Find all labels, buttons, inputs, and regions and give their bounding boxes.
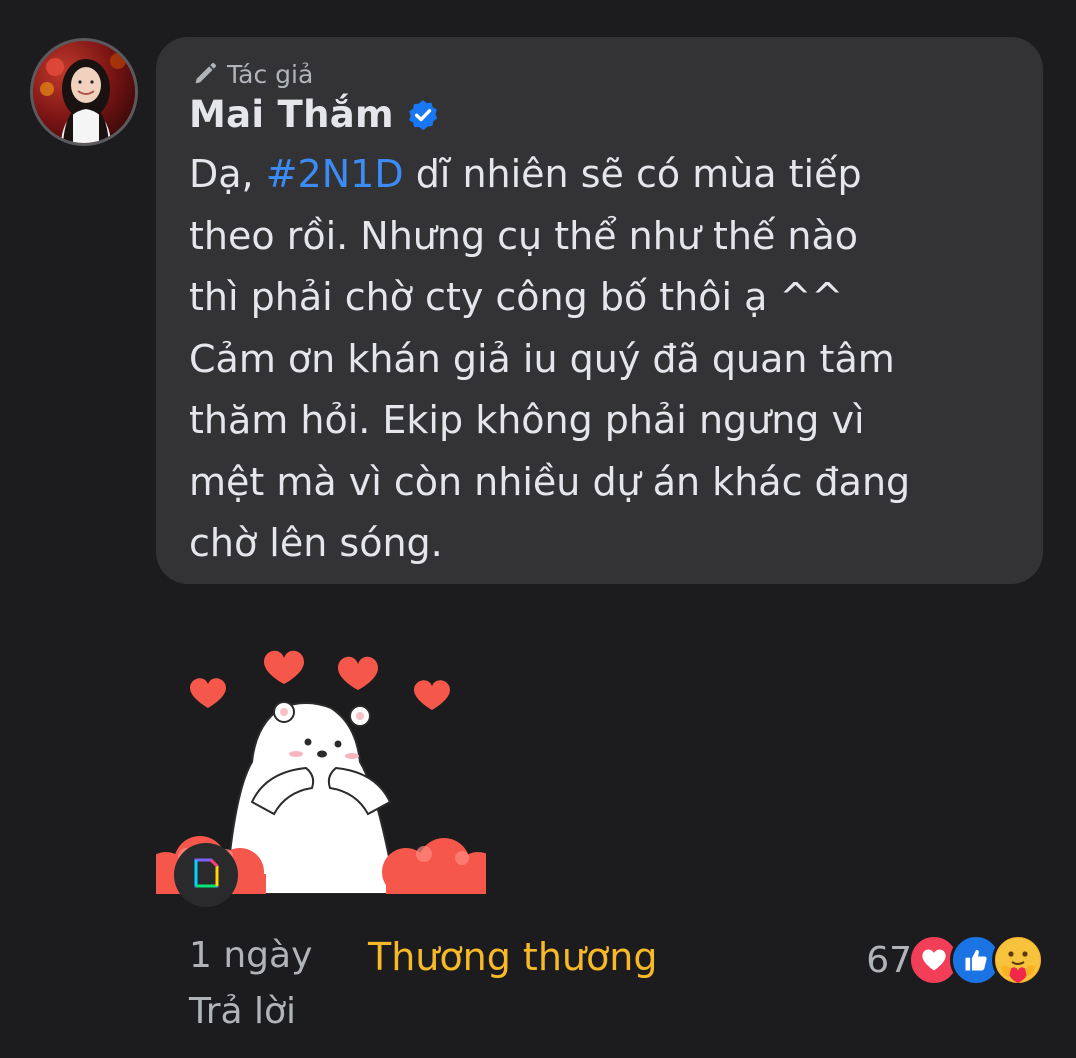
care-icon [992,934,1044,986]
comment-text-body: dĩ nhiên sẽ có mùa tiếp theo rồi. Nhưng … [189,152,911,565]
verified-badge-icon [406,98,440,132]
author-name[interactable]: Mai Thắm [189,93,394,136]
reaction-count: 67 [866,939,912,981]
hashtag-link[interactable]: #2N1D [266,152,404,196]
author-badge: Tác giả [191,57,313,91]
author-badge-label: Tác giả [227,59,314,89]
avatar-photo [33,41,135,143]
comment-bubble: Tác giả Mai Thắm Dạ, #2N1D dĩ nhiên sẽ c… [156,37,1043,584]
comment-text-prefix: Dạ, [189,152,266,196]
comment-thread: Tác giả Mai Thắm Dạ, #2N1D dĩ nhiên sẽ c… [0,0,1076,1058]
sticker-badge [174,843,238,907]
comment-time[interactable]: 1 ngày [189,935,312,976]
author-name-row: Mai Thắm [189,93,440,136]
reactions-summary[interactable]: 67 [866,932,1044,988]
avatar[interactable] [30,38,138,146]
pencil-icon [191,60,219,88]
comment-text: Dạ, #2N1D dĩ nhiên sẽ có mùa tiếp theo r… [189,144,1019,575]
sticker-icon [193,858,219,892]
my-reaction-button[interactable]: Thương thương [368,935,657,979]
reply-button[interactable]: Trả lời [189,991,296,1032]
